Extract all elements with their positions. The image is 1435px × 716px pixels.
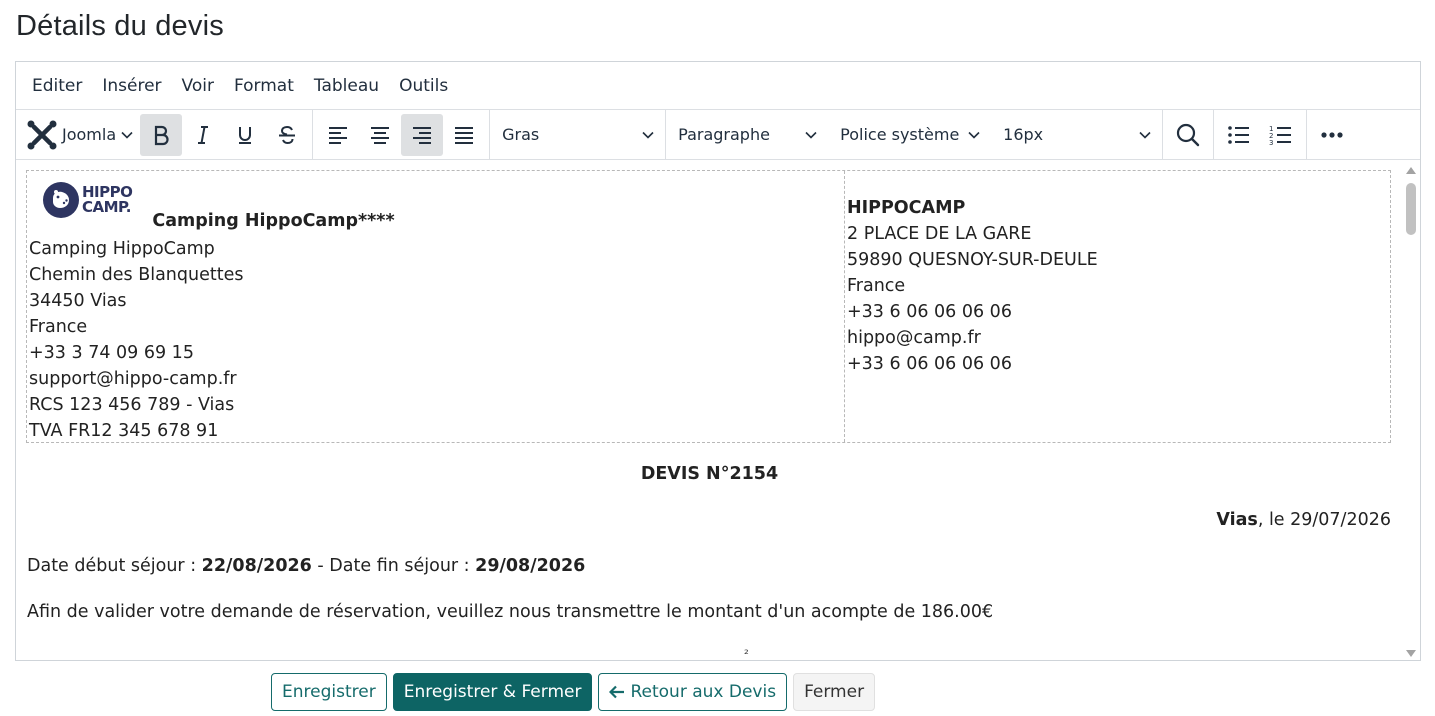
back-to-quotes-button[interactable]: Retour aux Devis [598,673,788,711]
menu-inserer[interactable]: Insérer [92,76,171,96]
scroll-up-arrow-icon[interactable] [1406,167,1416,174]
svg-text:3: 3 [1269,139,1273,146]
sender-line: Chemin des Blanquettes [29,265,244,285]
menu-format[interactable]: Format [224,76,304,96]
address-table: HIPPO CAMP. Camping HippoCamp**** Camping… [26,170,1391,443]
page-title: Détails du devis [16,10,224,42]
align-center-button[interactable] [359,114,401,156]
font-size-select[interactable]: 16px [991,114,1162,156]
strikethrough-icon [279,125,296,144]
more-tools-button[interactable] [1311,114,1353,156]
recipient-line: 2 PLACE DE LA GARE [847,224,1032,244]
menu-outils[interactable]: Outils [389,76,458,96]
editor-scrollbar[interactable] [1402,161,1420,660]
clipped-text: ² [744,647,749,661]
menu-tableau[interactable]: Tableau [304,76,389,96]
arrow-left-icon [609,685,625,699]
font-family-value: Police système [840,125,960,144]
strikethrough-button[interactable] [266,114,308,156]
search-icon [1177,123,1200,146]
deposit-paragraph: Afin de valider votre demande de réserva… [27,602,994,622]
sender-line: 34450 Vias [29,291,127,311]
block-format-value: Paragraphe [678,125,770,144]
scroll-down-arrow-icon[interactable] [1406,650,1416,657]
align-right-icon [413,126,432,144]
style-select-value: Gras [502,125,540,144]
align-left-icon [329,126,348,144]
joomla-button[interactable]: Joomla [22,114,140,156]
bold-button[interactable] [140,113,183,156]
chevron-down-icon [642,131,654,139]
align-left-button[interactable] [317,114,359,156]
numbered-list-button[interactable]: 123 [1260,114,1302,156]
more-icon [1321,131,1343,138]
joomla-icon [27,120,57,149]
save-close-button[interactable]: Enregistrer & Fermer [392,673,593,711]
chevron-down-icon [968,131,980,139]
sender-line: Camping HippoCamp [29,239,215,259]
sender-cell: HIPPO CAMP. Camping HippoCamp**** Camping… [27,171,845,442]
justify-icon [455,126,474,144]
sender-line: France [29,317,88,337]
italic-icon [198,125,209,144]
sender-line: TVA FR12 345 678 91 [29,421,219,441]
rich-text-editor: Editer Insérer Voir Format Tableau Outil… [15,61,1421,661]
underline-button[interactable] [224,114,266,156]
font-size-value: 16px [1003,125,1044,144]
search-replace-button[interactable] [1167,114,1209,156]
bold-icon [155,125,169,145]
bullet-list-icon [1228,125,1250,144]
menu-editer[interactable]: Editer [22,76,92,96]
sender-line: RCS 123 456 789 - Vias [29,395,235,415]
scroll-thumb[interactable] [1406,183,1416,235]
end-date: 29/08/2026 [475,556,586,576]
editor-menubar: Editer Insérer Voir Format Tableau Outil… [16,62,1420,110]
numbered-list-icon: 123 [1269,125,1292,146]
align-center-icon [371,126,390,144]
camping-name: Camping HippoCamp**** [152,211,395,231]
underline-icon [239,126,252,144]
editor-toolbar: Joomla Gras Paragraphe Police système 16… [16,110,1420,160]
block-format-select[interactable]: Paragraphe [666,114,828,156]
recipient-name: HIPPOCAMP [847,198,966,218]
stay-dates: Date début séjour : 22/08/2026 - Date fi… [27,556,586,576]
city: Vias [1216,510,1258,530]
action-bar: Enregistrer Enregistrer & Fermer Retour … [271,673,876,711]
justify-button[interactable] [443,114,485,156]
close-button[interactable]: Fermer [793,673,876,711]
sender-line: support@hippo-camp.fr [29,369,237,389]
save-button[interactable]: Enregistrer [271,673,387,711]
menu-voir[interactable]: Voir [172,76,224,96]
chevron-down-icon [805,131,817,139]
hippo-icon [53,190,69,208]
chevron-down-icon [121,131,133,139]
date-text: , le 29/07/2026 [1257,510,1391,530]
font-family-select[interactable]: Police système [828,114,991,156]
sender-line: +33 3 74 09 69 15 [29,343,194,363]
devis-number: DEVIS N°2154 [640,464,779,484]
recipient-line: +33 6 06 06 06 06 [847,302,1012,322]
recipient-line: hippo@camp.fr [847,328,981,348]
joomla-label: Joomla [62,125,117,144]
bullet-list-button[interactable] [1218,114,1260,156]
back-label: Retour aux Devis [630,682,777,702]
recipient-line: 59890 QUESNOY-SUR-DEULE [847,250,1098,270]
date-line: Vias, le 29/07/2026 [1216,510,1391,530]
editor-content[interactable]: HIPPO CAMP. Camping HippoCamp**** Camping… [16,161,1403,661]
align-right-button[interactable] [401,113,444,156]
start-date: 22/08/2026 [201,556,312,576]
chevron-down-icon [1139,131,1151,139]
italic-button[interactable] [182,114,224,156]
style-select[interactable]: Gras [490,114,665,156]
hippocamp-logo: HIPPO CAMP. [43,182,133,218]
recipient-line: France [847,276,906,296]
recipient-line: +33 6 06 06 06 06 [847,354,1012,374]
recipient-cell: HIPPOCAMP 2 PLACE DE LA GARE 59890 QUESN… [845,171,1390,442]
